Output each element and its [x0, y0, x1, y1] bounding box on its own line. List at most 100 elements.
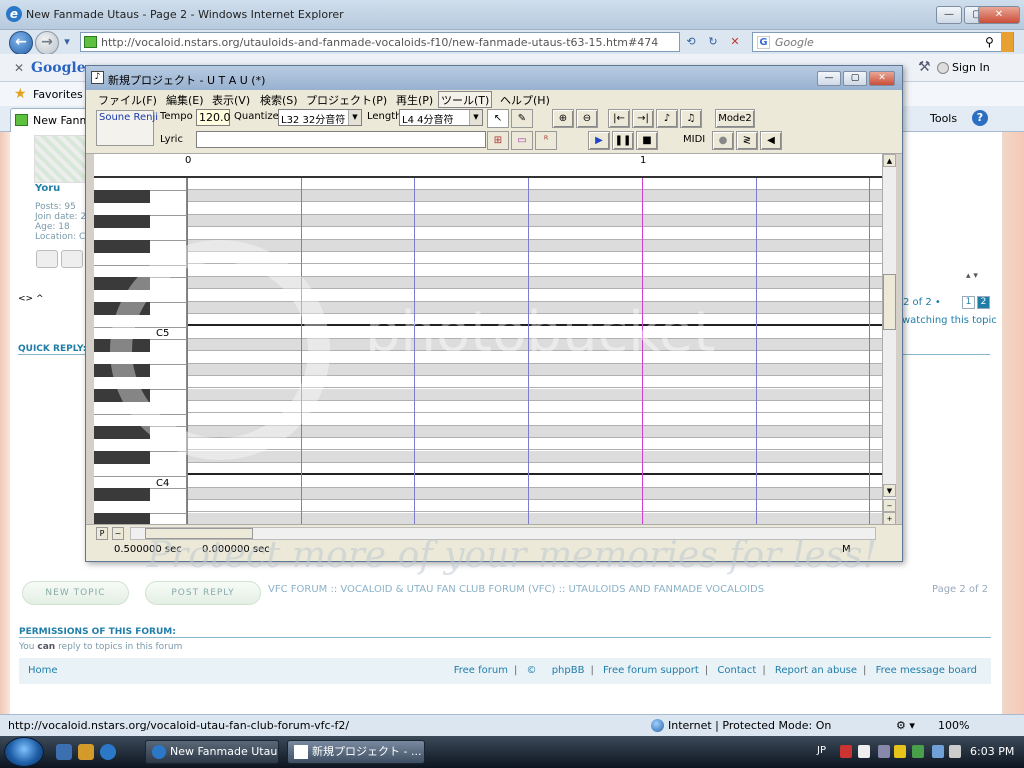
- grid-row[interactable]: [187, 476, 882, 488]
- zoom-in-icon[interactable]: ⊕: [552, 109, 574, 128]
- language-indicator[interactable]: JP: [817, 745, 826, 756]
- zoom-level[interactable]: 100%: [938, 719, 969, 732]
- history-dropdown-icon[interactable]: ▾: [58, 33, 76, 51]
- close-toolbar-icon[interactable]: ✕: [14, 61, 24, 75]
- go-end-icon[interactable]: →|: [632, 109, 654, 128]
- search-dropdown-icon[interactable]: [1001, 32, 1013, 52]
- start-button[interactable]: [4, 737, 44, 767]
- black-key[interactable]: [94, 240, 150, 253]
- favorites-button[interactable]: Favorites: [33, 88, 83, 101]
- record-icon[interactable]: ●: [712, 131, 734, 150]
- grid-row[interactable]: [187, 228, 882, 240]
- scroll-thumb[interactable]: [883, 274, 896, 330]
- network-icon[interactable]: [932, 745, 944, 758]
- post-arrows-icon[interactable]: <> ^: [18, 294, 43, 304]
- grid-row[interactable]: [187, 240, 882, 252]
- menu-project[interactable]: プロジェクト(P): [306, 92, 387, 108]
- zoom-out-icon[interactable]: ⊖: [576, 109, 598, 128]
- taskbar-ie-window[interactable]: New Fanmade Utau...: [145, 740, 279, 764]
- compat-view-icon[interactable]: ⟲: [682, 33, 700, 51]
- voicebank-name[interactable]: Soune Renji: [96, 110, 158, 146]
- grid-row[interactable]: [187, 500, 882, 513]
- tools-menu[interactable]: Tools: [930, 112, 957, 125]
- wrench-icon[interactable]: ⚒: [918, 59, 931, 75]
- grid-row[interactable]: [187, 178, 882, 190]
- scroll-up-icon[interactable]: ▲: [883, 154, 896, 167]
- footer-link[interactable]: Contact: [717, 665, 756, 676]
- menu-view[interactable]: 表示(V): [212, 92, 250, 108]
- grid-row[interactable]: [187, 463, 882, 476]
- footer-link[interactable]: Free forum: [454, 665, 508, 676]
- address-bar[interactable]: http://vocaloid.nstars.org/utauloids-and…: [80, 32, 680, 52]
- close-button[interactable]: ✕: [978, 6, 1020, 24]
- footer-link[interactable]: Free message board: [876, 665, 977, 676]
- stop-play-icon[interactable]: ■: [636, 131, 658, 150]
- pm-icon[interactable]: [61, 250, 83, 268]
- menu-play[interactable]: 再生(P): [396, 92, 433, 108]
- forward-button[interactable]: →: [35, 31, 59, 55]
- new-topic-button[interactable]: NEW TOPIC: [22, 581, 129, 605]
- go-start-icon[interactable]: |←: [608, 109, 630, 128]
- lyric-input[interactable]: [196, 131, 486, 148]
- updown-icon[interactable]: ▴ ▾: [966, 271, 978, 281]
- tray-icon[interactable]: [840, 745, 852, 758]
- show-desktop-icon[interactable]: [56, 744, 72, 760]
- post-reply-button[interactable]: POST REPLY: [145, 581, 261, 605]
- breadcrumb[interactable]: VFC FORUM :: VOCALOID & UTAU FAN CLUB FO…: [268, 584, 764, 595]
- pencil-tool-icon[interactable]: ✎: [511, 109, 533, 128]
- ie-quicklaunch-icon[interactable]: [100, 744, 116, 760]
- insert-rest-icon[interactable]: ⊞: [487, 131, 509, 150]
- utau-maximize-button[interactable]: ▢: [843, 71, 867, 86]
- grid-row[interactable]: [187, 252, 882, 265]
- help-icon[interactable]: ?: [972, 110, 988, 126]
- time-ruler[interactable]: 0 1: [94, 154, 882, 178]
- pause-icon[interactable]: ❚❚: [612, 131, 634, 150]
- menu-edit[interactable]: 編集(E): [166, 92, 204, 108]
- ime-icon[interactable]: [858, 745, 870, 758]
- clock[interactable]: 6:03 PM: [970, 745, 1014, 758]
- menu-help[interactable]: ヘルプ(H): [500, 92, 550, 108]
- stop-icon[interactable]: ✕: [726, 33, 744, 51]
- profile-icon[interactable]: [36, 250, 58, 268]
- page-link-1[interactable]: 1: [962, 296, 975, 309]
- footer-link[interactable]: Report an abuse: [775, 665, 857, 676]
- refresh-icon[interactable]: ↻: [704, 33, 722, 51]
- scroll-down-icon[interactable]: ▼: [883, 484, 896, 497]
- footer-link[interactable]: Free forum support: [603, 665, 699, 676]
- menu-search[interactable]: 検索(S): [260, 92, 298, 108]
- note-prev-icon[interactable]: ♪: [656, 109, 678, 128]
- insert-note-icon[interactable]: ▭: [511, 131, 533, 150]
- select-tool-icon[interactable]: ↖: [487, 109, 509, 128]
- watch-topic-link[interactable]: watching this topic: [902, 315, 997, 326]
- length-select[interactable]: L4 4分音符 ▼: [399, 109, 483, 126]
- black-key[interactable]: [94, 488, 150, 501]
- play-icon[interactable]: ▶: [588, 131, 610, 150]
- black-key[interactable]: [94, 512, 150, 524]
- browser-tab[interactable]: New Fanm: [10, 108, 90, 132]
- tray-icon[interactable]: [894, 745, 906, 758]
- search-icon[interactable]: ⚲: [985, 35, 994, 49]
- grid-row[interactable]: [187, 190, 882, 203]
- back-button[interactable]: ←: [9, 31, 33, 55]
- metronome-icon[interactable]: ≷: [736, 131, 758, 150]
- menu-tools[interactable]: ツール(T): [438, 91, 493, 108]
- grid-row[interactable]: [187, 488, 882, 500]
- grid-row[interactable]: [187, 438, 882, 451]
- grid-row[interactable]: [187, 450, 882, 463]
- search-input[interactable]: G Google ⚲: [752, 32, 1014, 52]
- zoom-minus-icon[interactable]: −: [883, 499, 896, 512]
- phishing-icon[interactable]: ⚙ ▾: [896, 719, 915, 732]
- vertical-scrollbar[interactable]: ▲ ▼ − +: [882, 154, 896, 525]
- mode2-button[interactable]: Mode2: [715, 109, 755, 128]
- black-key[interactable]: [94, 450, 150, 464]
- security-zone[interactable]: Internet | Protected Mode: On: [668, 719, 831, 732]
- footer-home-link[interactable]: Home: [28, 665, 58, 676]
- grid-row[interactable]: [187, 215, 882, 228]
- taskbar-utau-window[interactable]: 新規プロジェクト - ...: [287, 740, 425, 764]
- tray-icon[interactable]: [878, 745, 890, 758]
- black-key[interactable]: [94, 190, 150, 204]
- post-username[interactable]: Yoru: [35, 183, 60, 194]
- grid-row[interactable]: [187, 203, 882, 215]
- note-next-icon[interactable]: ♫: [680, 109, 702, 128]
- speaker-icon[interactable]: ◀: [760, 131, 782, 150]
